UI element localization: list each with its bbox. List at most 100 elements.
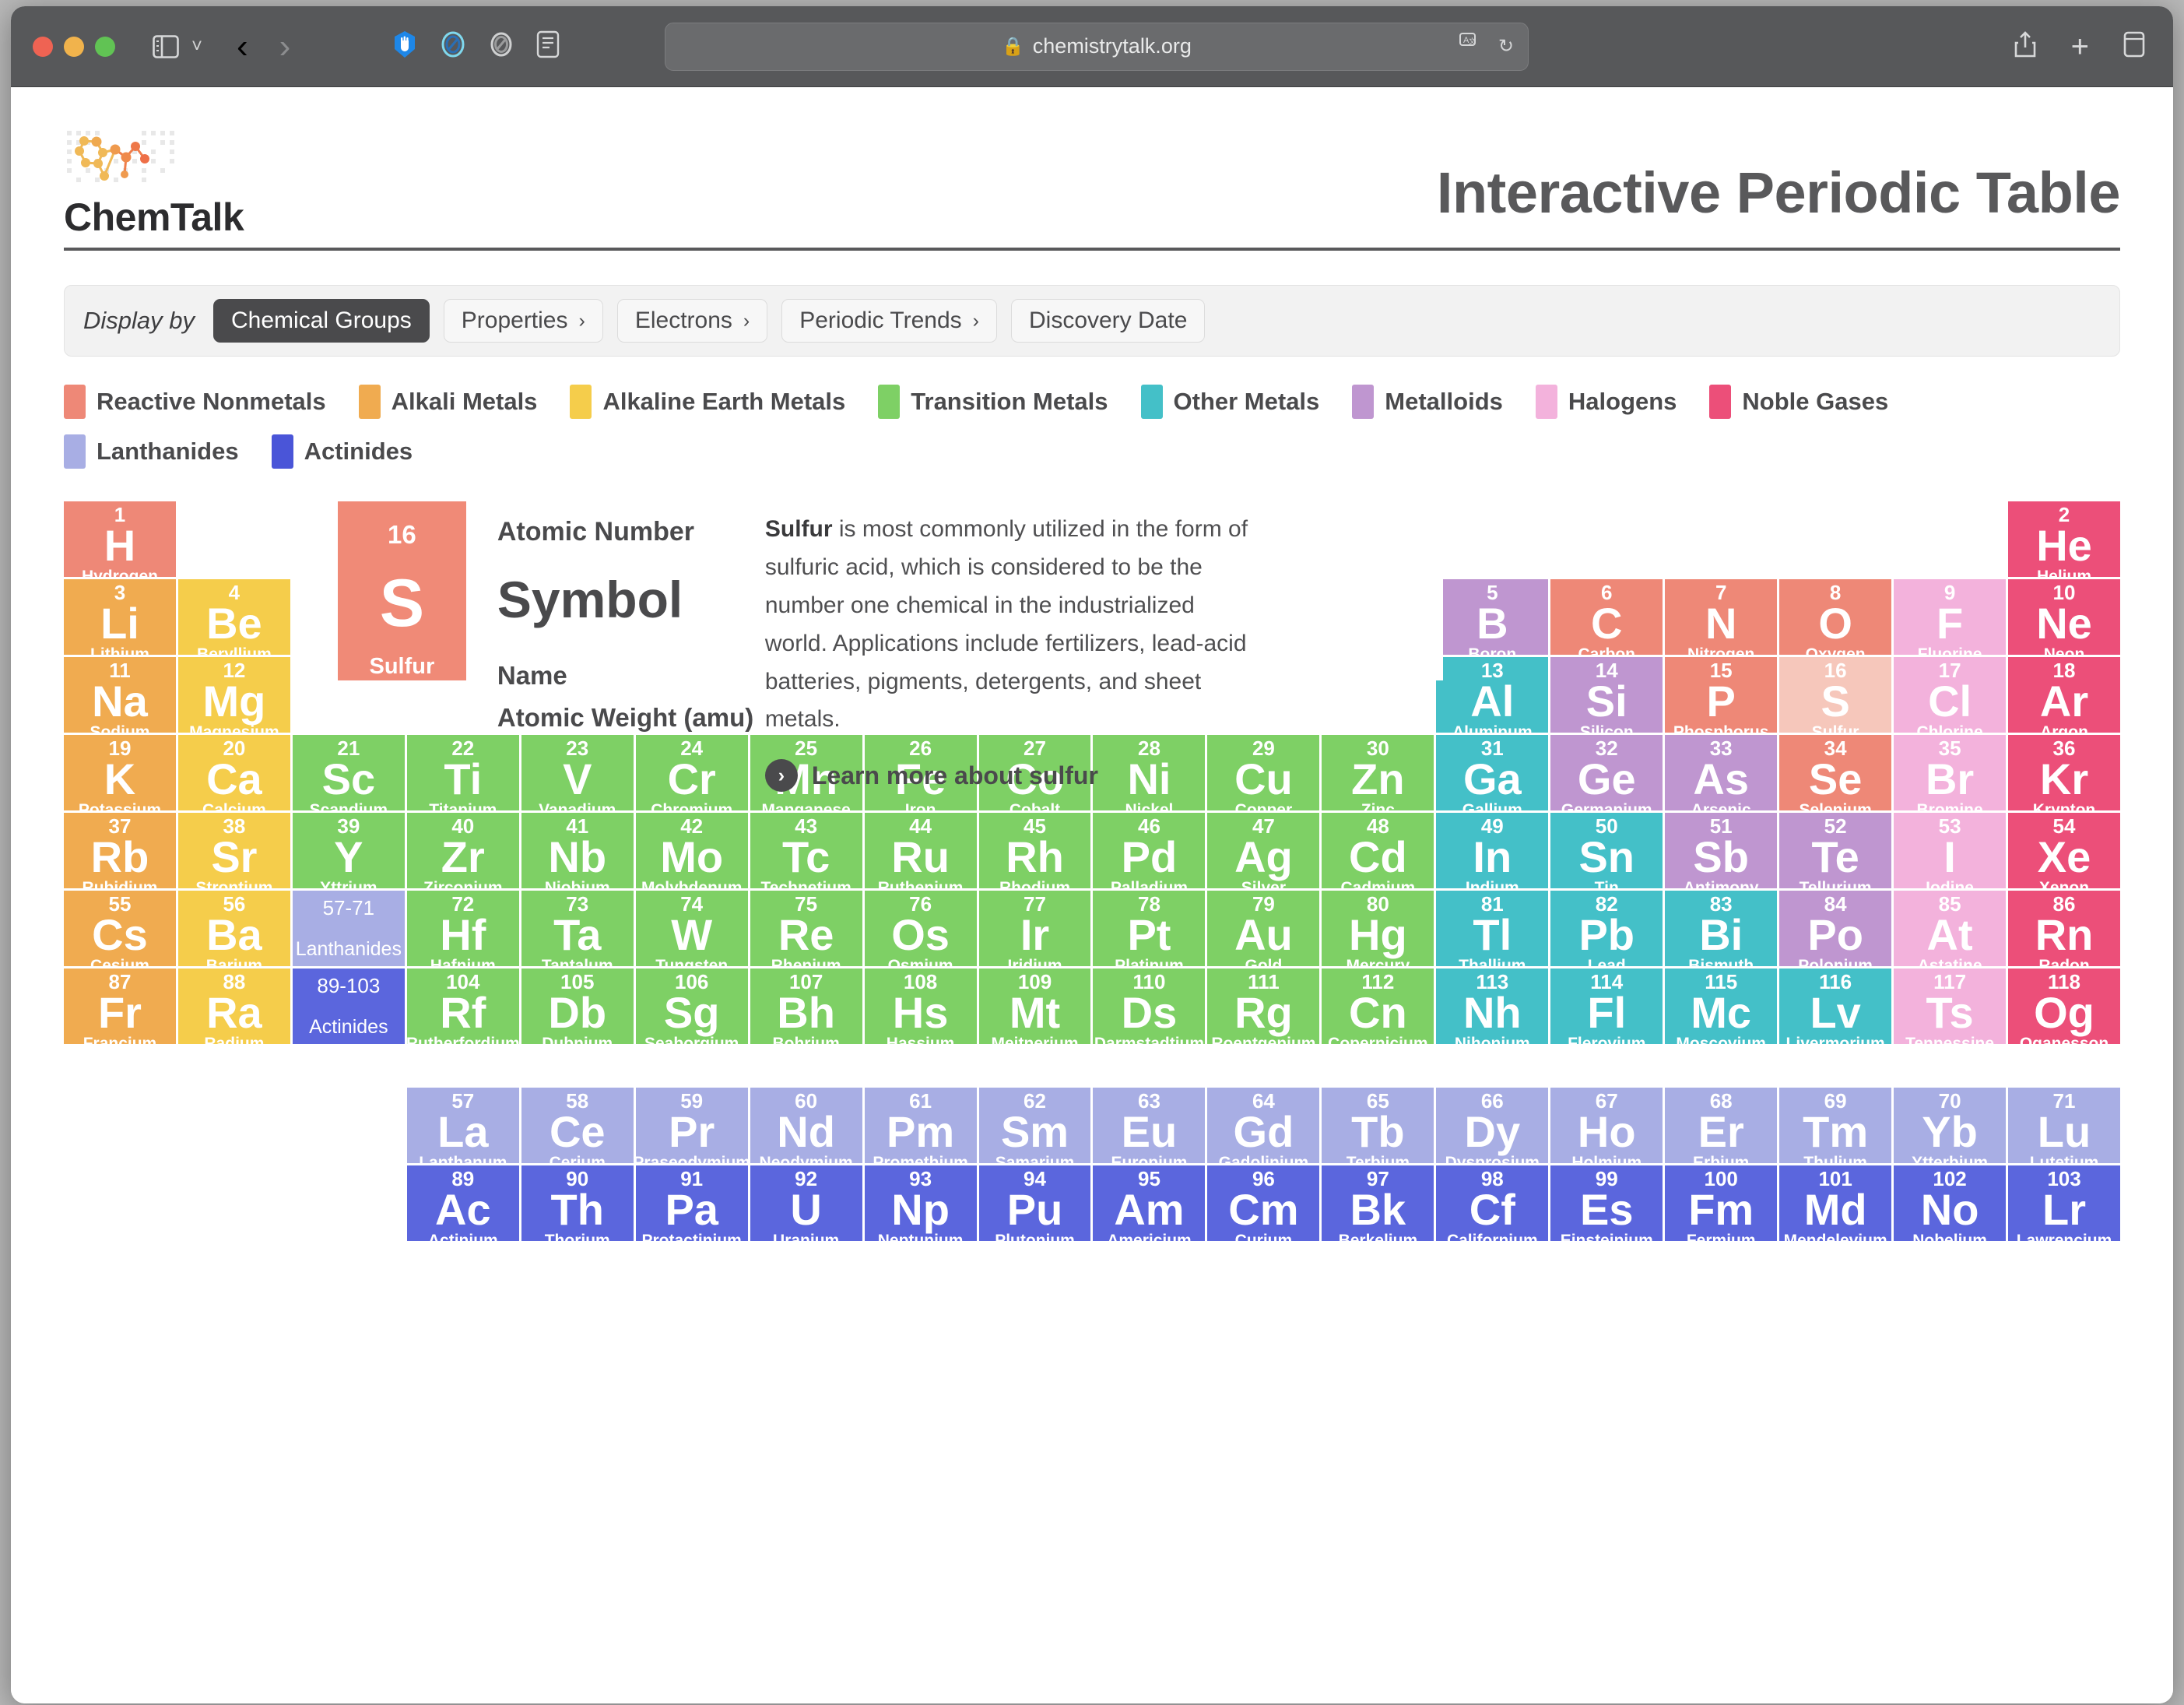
element-cell-f[interactable]: 9FFluorine18.998 (1894, 579, 2007, 655)
element-cell-mt[interactable]: 109MtMeitnerium268 (978, 969, 1091, 1044)
element-cell-og[interactable]: 118OgOganesson294 (2008, 969, 2120, 1044)
element-cell-la[interactable]: 57LaLanthanum138.905 (406, 1088, 519, 1163)
element-cell-xe[interactable]: 54XeXenon131.293 (2008, 813, 2120, 888)
element-cell-hf[interactable]: 72HfHafnium178.49 (406, 891, 519, 966)
display-mode-button-chemical-groups[interactable]: Chemical Groups (213, 299, 430, 343)
element-cell-lu[interactable]: 71LuLutetium174.967 (2008, 1088, 2120, 1163)
element-cell-rf[interactable]: 104RfRutherfordium261 (406, 969, 519, 1044)
element-cell-v[interactable]: 23VVanadium50.942 (521, 735, 634, 810)
element-cell-b[interactable]: 5BBoron10.811 (1436, 579, 1549, 655)
element-cell-na[interactable]: 11NaSodium22.99 (64, 657, 176, 733)
share-icon[interactable] (2014, 30, 2037, 62)
element-cell-ge[interactable]: 32GeGermanium72.64 (1550, 735, 1663, 810)
element-cell-bh[interactable]: 107BhBohrium264 (750, 969, 862, 1044)
element-cell-sg[interactable]: 106SgSeaborgium266 (635, 969, 748, 1044)
reload-icon[interactable]: ↻ (1498, 35, 1514, 58)
element-cell-ho[interactable]: 67HoHolmium164.93 (1550, 1088, 1663, 1163)
blocker-icon-active[interactable] (440, 30, 466, 62)
element-cell-cs[interactable]: 55CsCesium132.905 (64, 891, 176, 966)
element-group-placeholder-actinides[interactable]: 89-103 Actinides (292, 969, 405, 1044)
legend-item-actinides[interactable]: Actinides (271, 433, 413, 470)
element-cell-fl[interactable]: 114FlFlerovium289 (1550, 969, 1663, 1044)
element-cell-ag[interactable]: 47AgSilver107.868 (1207, 813, 1320, 888)
element-cell-pr[interactable]: 59PrPraseodymium140.908 (635, 1088, 748, 1163)
element-cell-at[interactable]: 85AtAstatine210 (1894, 891, 2007, 966)
back-arrow-icon[interactable]: ‹ (237, 29, 248, 64)
minimize-window-button[interactable] (64, 36, 84, 57)
element-cell-ac[interactable]: 89AcActinium227 (406, 1165, 519, 1241)
element-cell-rh[interactable]: 45RhRhodium102.906 (978, 813, 1091, 888)
legend-item-other-metals[interactable]: Other Metals (1140, 383, 1319, 420)
element-cell-lr[interactable]: 103LrLawrencium262 (2008, 1165, 2120, 1241)
element-cell-ir[interactable]: 77IrIridium192.217 (978, 891, 1091, 966)
blocker-icon-inactive[interactable] (488, 30, 514, 62)
element-cell-tb[interactable]: 65TbTerbium158.925 (1322, 1088, 1434, 1163)
element-cell-ar[interactable]: 18ArArgon39.948 (2008, 657, 2120, 733)
element-cell-tm[interactable]: 69TmThulium168.934 (1779, 1088, 1892, 1163)
element-cell-se[interactable]: 34SeSelenium78.96 (1779, 735, 1892, 810)
element-cell-kr[interactable]: 36KrKrypton83.798 (2008, 735, 2120, 810)
legend-item-noble-gases[interactable]: Noble Gases (1709, 383, 1888, 420)
learn-more-link[interactable]: › Learn more about sulfur (764, 759, 1255, 793)
legend-item-transition-metals[interactable]: Transition Metals (878, 383, 1108, 420)
element-cell-i[interactable]: 53IIodine126.904 (1894, 813, 2007, 888)
element-cell-sm[interactable]: 62SmSamarium150.36 (978, 1088, 1091, 1163)
element-cell-li[interactable]: 3LiLithium6.941 (64, 579, 176, 655)
element-cell-nd[interactable]: 60NdNeodymium144.242 (750, 1088, 862, 1163)
element-cell-no[interactable]: 102NoNobelium259 (1894, 1165, 2007, 1241)
element-cell-hg[interactable]: 80HgMercury200.59 (1322, 891, 1434, 966)
element-cell-db[interactable]: 105DbDubnium262 (521, 969, 634, 1044)
element-cell-al[interactable]: 13AlAluminum26.982 (1436, 657, 1549, 733)
element-cell-cr[interactable]: 24CrChromium51.996 (635, 735, 748, 810)
tabs-overview-icon[interactable] (2123, 31, 2145, 62)
element-cell-ra[interactable]: 88RaRadium226 (177, 969, 290, 1044)
new-tab-icon[interactable]: + (2071, 31, 2089, 62)
element-cell-rb[interactable]: 37RbRubidium85.468 (64, 813, 176, 888)
element-cell-k[interactable]: 19KPotassium39.098 (64, 735, 176, 810)
element-cell-ts[interactable]: 117TsTennessine295 (1894, 969, 2007, 1044)
legend-item-reactive-nonmetals[interactable]: Reactive Nonmetals (64, 383, 326, 420)
element-cell-p[interactable]: 15PPhosphorus30.974 (1665, 657, 1778, 733)
element-cell-cm[interactable]: 96CmCurium247 (1207, 1165, 1320, 1241)
chemtalk-logo[interactable]: ChemTalk (64, 128, 244, 248)
display-mode-button-periodic-trends[interactable]: Periodic Trends › (781, 299, 997, 343)
element-cell-re[interactable]: 75ReRhenium186.207 (750, 891, 862, 966)
element-cell-os[interactable]: 76OsOsmium190.23 (864, 891, 977, 966)
element-cell-as[interactable]: 33AsArsenic74.922 (1665, 735, 1778, 810)
legend-item-lanthanides[interactable]: Lanthanides (64, 433, 239, 470)
element-cell-ba[interactable]: 56BaBarium137.327 (177, 891, 290, 966)
element-cell-pb[interactable]: 82PbLead207.2 (1550, 891, 1663, 966)
element-cell-th[interactable]: 90ThThorium232.038 (521, 1165, 634, 1241)
element-cell-w[interactable]: 74WTungsten183.84 (635, 891, 748, 966)
close-window-button[interactable] (33, 36, 53, 57)
element-cell-c[interactable]: 6CCarbon12.011 (1550, 579, 1663, 655)
element-cell-lv[interactable]: 116LvLivermorium292 (1779, 969, 1892, 1044)
chevron-down-icon[interactable]: ˅ (191, 36, 202, 58)
element-cell-bi[interactable]: 83BiBismuth208.98 (1665, 891, 1778, 966)
element-cell-sn[interactable]: 50SnTin118.71 (1550, 813, 1663, 888)
element-cell-mc[interactable]: 115McMoscovium288 (1665, 969, 1778, 1044)
element-cell-au[interactable]: 79AuGold196.967 (1207, 891, 1320, 966)
display-mode-button-discovery-date[interactable]: Discovery Date (1010, 299, 1206, 343)
element-cell-am[interactable]: 95AmAmericium243 (1093, 1165, 1206, 1241)
element-cell-br[interactable]: 35BrBromine79.904 (1894, 735, 2007, 810)
legend-item-alkali-metals[interactable]: Alkali Metals (358, 383, 537, 420)
element-cell-cf[interactable]: 98CfCalifornium251 (1436, 1165, 1549, 1241)
element-cell-ta[interactable]: 73TaTantalum180.948 (521, 891, 634, 966)
element-cell-n[interactable]: 7NNitrogen14.007 (1665, 579, 1778, 655)
element-cell-tc[interactable]: 43TcTechnetium98 (750, 813, 862, 888)
element-cell-mg[interactable]: 12MgMagnesium24.305 (177, 657, 290, 733)
element-cell-tl[interactable]: 81TlThallium204.383 (1436, 891, 1549, 966)
element-cell-ne[interactable]: 10NeNeon20.18 (2008, 579, 2120, 655)
element-cell-nb[interactable]: 41NbNiobium92.906 (521, 813, 634, 888)
address-bar[interactable]: 🔒 chemistrytalk.org A文 ↻ (665, 22, 1529, 71)
element-cell-pa[interactable]: 91PaProtactinium231.036 (635, 1165, 748, 1241)
element-group-placeholder-lanthanides[interactable]: 57-71 Lanthanides (292, 891, 405, 966)
element-cell-ga[interactable]: 31GaGallium69.723 (1436, 735, 1549, 810)
element-cell-zr[interactable]: 40ZrZirconium91.224 (406, 813, 519, 888)
element-cell-cn[interactable]: 112CnCopernicium285 (1322, 969, 1434, 1044)
element-cell-es[interactable]: 99EsEinsteinium252 (1550, 1165, 1663, 1241)
element-cell-pt[interactable]: 78PtPlatinum195.084 (1093, 891, 1206, 966)
element-cell-si[interactable]: 14SiSilicon28.086 (1550, 657, 1663, 733)
element-cell-s[interactable]: 16SSulfur32.065 (1779, 657, 1892, 733)
